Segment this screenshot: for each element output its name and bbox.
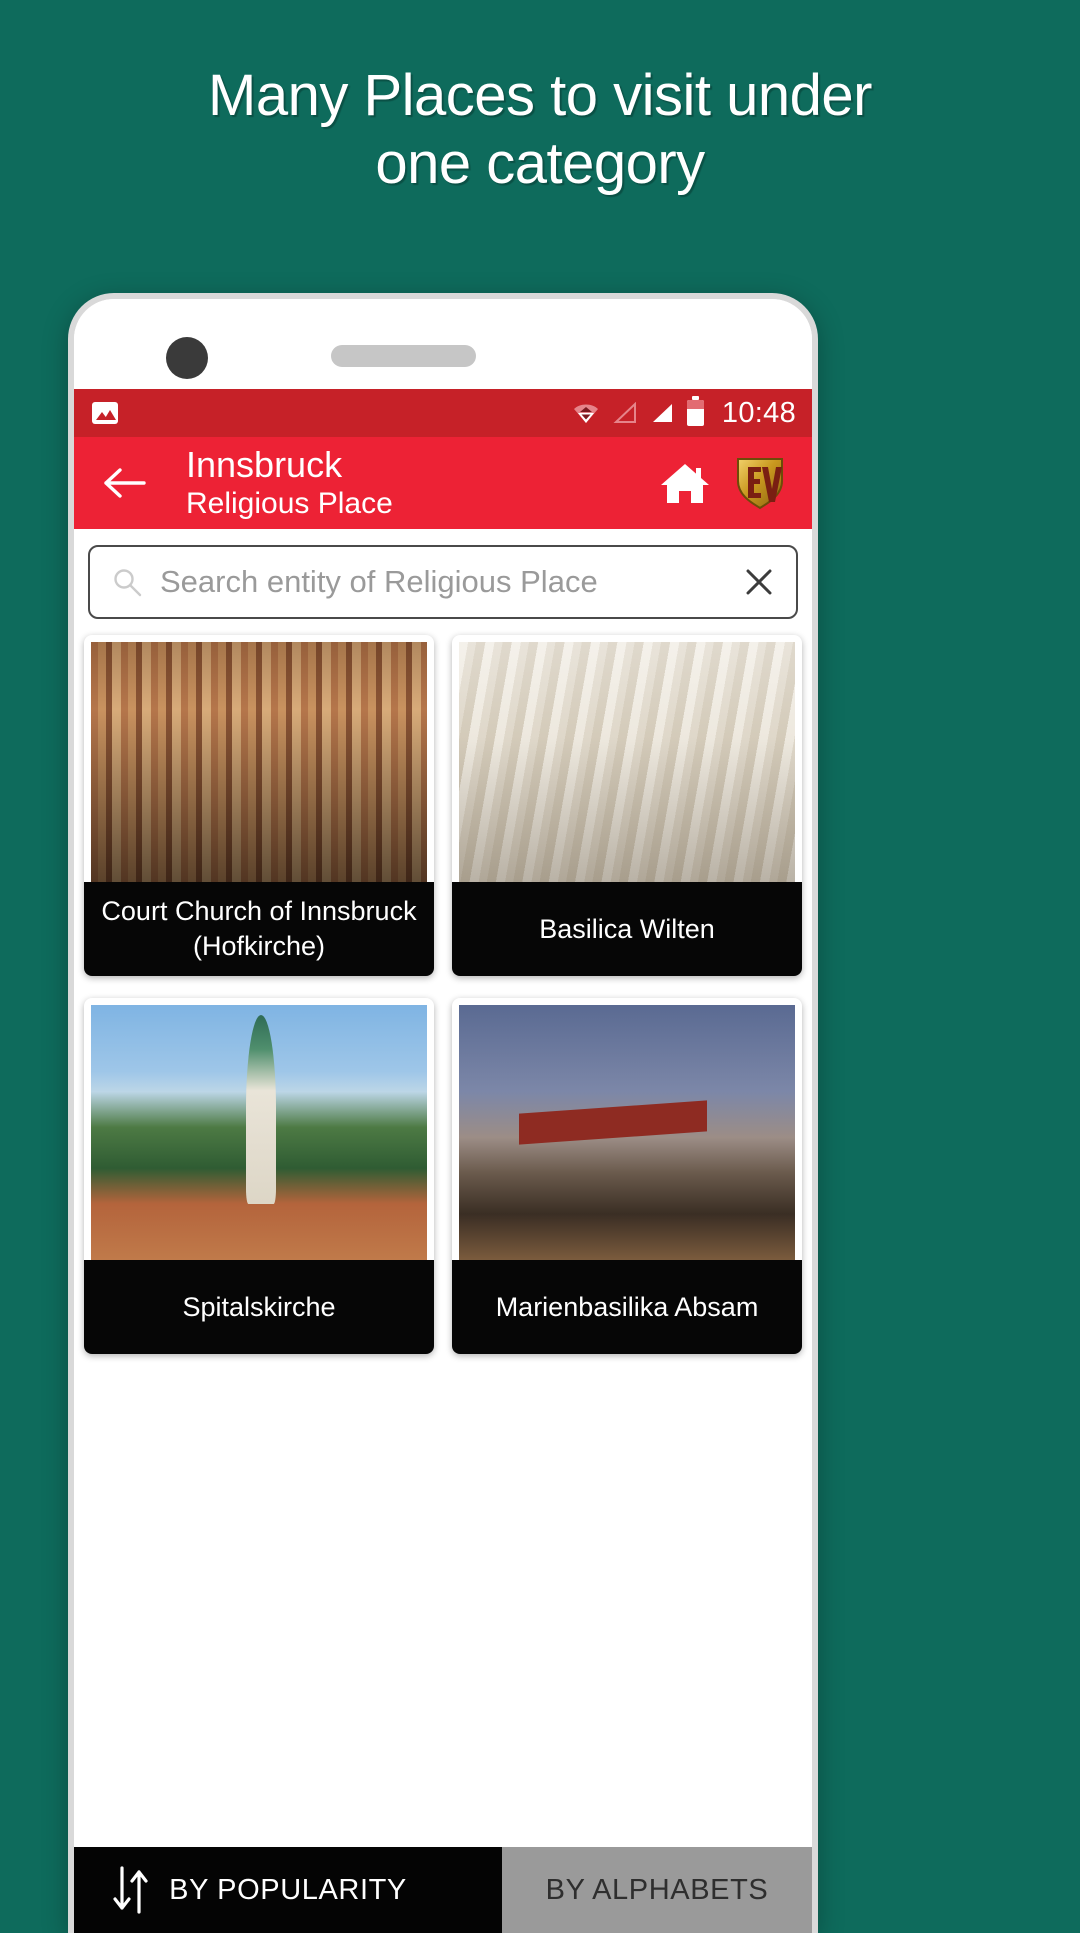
search-section: [74, 529, 812, 631]
place-card-title: Basilica Wilten: [452, 882, 802, 976]
church-interior-photo: [91, 642, 427, 882]
app-bar-titles: Innsbruck Religious Place: [152, 444, 658, 522]
status-bar-system-icons: 10:48: [572, 396, 796, 430]
status-bar-notifications: [92, 402, 572, 424]
earpiece-speaker: [331, 345, 476, 367]
home-icon[interactable]: [658, 456, 712, 510]
page-subtitle: Religious Place: [186, 487, 393, 520]
place-card-title: Court Church of Innsbruck (Hofkirche): [84, 882, 434, 976]
sort-bar: BY POPULARITY BY ALPHABETS: [74, 1847, 812, 1933]
hotel-building-dusk-photo: [459, 1005, 795, 1260]
place-card[interactable]: Court Church of Innsbruck (Hofkirche): [84, 635, 434, 976]
ev-shield-logo[interactable]: [734, 455, 786, 511]
status-bar: 10:48: [74, 389, 812, 437]
tab-by-popularity[interactable]: BY POPULARITY: [74, 1847, 503, 1933]
promo-headline-line-2: one category: [375, 130, 705, 196]
status-bar-clock: 10:48: [721, 396, 796, 429]
close-icon[interactable]: [742, 565, 776, 599]
tab-by-alphabets[interactable]: BY ALPHABETS: [502, 1847, 812, 1933]
search-input[interactable]: [142, 564, 742, 600]
tab-by-popularity-label: BY POPULARITY: [169, 1873, 407, 1906]
search-box[interactable]: [88, 545, 798, 619]
battery-icon: [686, 396, 704, 426]
back-arrow-icon[interactable]: [96, 455, 152, 511]
promo-headline-line-1: Many Places to visit under: [208, 63, 872, 128]
basilica-interior-photo: [459, 642, 795, 882]
church-tower-mountains-photo: [91, 1005, 427, 1260]
phone-screen: 10:48 Innsbruck Religious Place Search e…: [74, 299, 812, 1933]
page-title: Innsbruck: [186, 444, 343, 485]
front-camera-icon: [166, 337, 208, 379]
app-bar: Innsbruck Religious Place: [74, 437, 812, 529]
place-card[interactable]: Basilica Wilten: [452, 635, 802, 976]
signal-full-icon: [650, 402, 674, 424]
search-icon: [112, 567, 142, 597]
phone-top-bezel: [74, 299, 812, 389]
phone-mockup: 10:48 Innsbruck Religious Place Search e…: [68, 293, 818, 1933]
promo-headline: Many Places to visit under one category: [0, 62, 1080, 198]
place-card-title: Marienbasilika Absam: [452, 1260, 802, 1354]
places-grid: Court Church of Innsbruck (Hofkirche) Ba…: [74, 631, 812, 1354]
signal-empty-icon: [613, 401, 637, 424]
wifi-icon: [572, 401, 600, 425]
place-card[interactable]: Spitalskirche: [84, 998, 434, 1354]
app-bar-actions: [658, 455, 794, 511]
place-card[interactable]: Marienbasilika Absam: [452, 998, 802, 1354]
tab-by-alphabets-label: BY ALPHABETS: [545, 1873, 769, 1906]
sort-arrows-icon: [108, 1864, 154, 1916]
place-card-title: Spitalskirche: [84, 1260, 434, 1354]
photo-icon: [92, 402, 118, 424]
